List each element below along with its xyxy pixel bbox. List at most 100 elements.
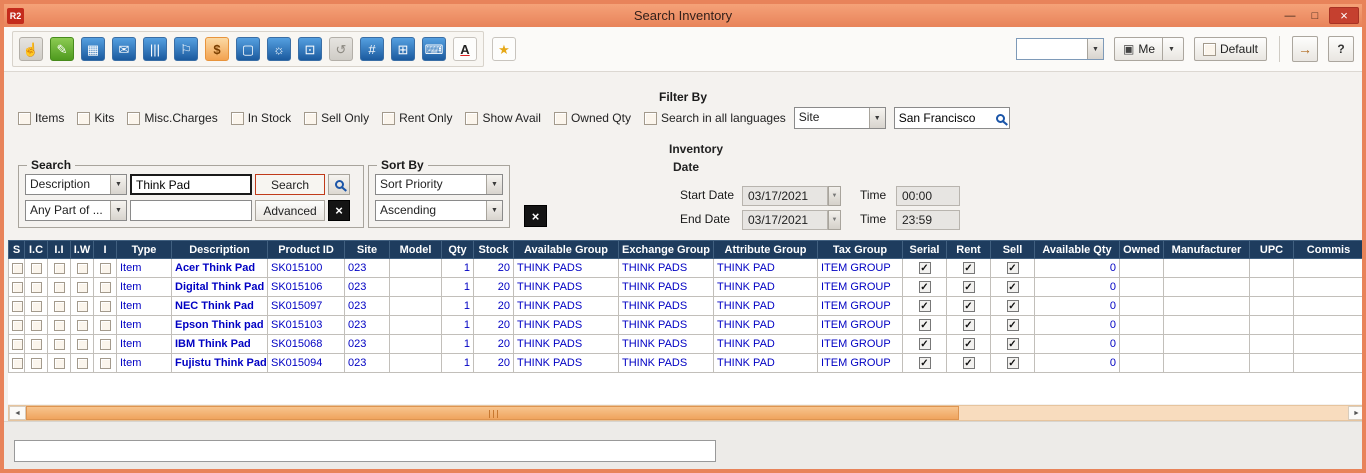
clear-sort-button[interactable]: × (524, 205, 547, 227)
column-header-model[interactable]: Model (390, 241, 442, 259)
maximize-button[interactable]: □ (1304, 7, 1326, 24)
row-checkbox-s[interactable] (12, 320, 23, 331)
shopping-bag-icon[interactable]: $ (203, 35, 231, 63)
row-checkbox-ic[interactable] (31, 263, 42, 274)
barcode-icon[interactable]: ||| (141, 35, 169, 63)
row-checkbox-iw[interactable] (77, 339, 88, 350)
filter-option-items[interactable]: Items (18, 111, 64, 125)
chevron-down-icon[interactable] (486, 201, 502, 220)
row-checkbox-i[interactable] (100, 263, 111, 274)
end-date-dropdown-icon[interactable] (828, 210, 841, 230)
column-header-commission[interactable]: Commis (1294, 241, 1364, 259)
serial-check-icon[interactable]: ✓ (919, 300, 931, 312)
table-row[interactable]: ItemIBM Think PadSK015068023120THINK PAD… (9, 335, 1364, 354)
table-row[interactable]: ItemDigital Think PadSK015106023120THINK… (9, 278, 1364, 297)
row-checkbox-ii[interactable] (54, 301, 65, 312)
checkbox-icon[interactable] (465, 112, 478, 125)
rent-check-icon[interactable]: ✓ (963, 262, 975, 274)
default-toggle-button[interactable]: Default (1194, 37, 1267, 61)
serial-check-icon[interactable]: ✓ (919, 262, 931, 274)
column-header-manufacturer[interactable]: Manufacturer (1164, 241, 1250, 259)
row-checkbox-i[interactable] (100, 320, 111, 331)
end-date-field[interactable]: 03/17/2021 (742, 210, 828, 230)
checkbox-icon[interactable] (127, 112, 140, 125)
tags-icon[interactable]: ⚐ (172, 35, 200, 63)
checkbox-icon[interactable] (644, 112, 657, 125)
checkbox-icon[interactable] (554, 112, 567, 125)
end-time-field[interactable]: 23:59 (896, 210, 960, 230)
column-header-qty[interactable]: Qty (442, 241, 474, 259)
advanced-button[interactable]: Advanced (255, 200, 325, 221)
search-lens-button[interactable] (328, 174, 350, 195)
product-grid-icon[interactable]: ▦ (79, 35, 107, 63)
filter-option-owned-qty[interactable]: Owned Qty (554, 111, 631, 125)
column-header-site[interactable]: Site (345, 241, 390, 259)
row-checkbox-s[interactable] (12, 358, 23, 369)
sell-check-icon[interactable]: ✓ (1007, 319, 1019, 331)
filter-option-sell-only[interactable]: Sell Only (304, 111, 369, 125)
sell-check-icon[interactable]: ✓ (1007, 281, 1019, 293)
start-date-dropdown-icon[interactable] (828, 186, 841, 206)
chevron-down-icon[interactable] (110, 175, 126, 194)
row-checkbox-s[interactable] (12, 301, 23, 312)
column-header-available_qty[interactable]: Available Qty (1035, 241, 1120, 259)
start-date-field[interactable]: 03/17/2021 (742, 186, 828, 206)
clear-search-button[interactable]: × (328, 200, 350, 221)
close-button[interactable]: × (1329, 7, 1359, 24)
row-checkbox-ic[interactable] (31, 320, 42, 331)
column-header-ic[interactable]: I.C (25, 241, 48, 259)
filter-option-misc-charges[interactable]: Misc.Charges (127, 111, 217, 125)
column-header-product_id[interactable]: Product ID (268, 241, 345, 259)
column-header-iw[interactable]: I.W (71, 241, 94, 259)
rent-check-icon[interactable]: ✓ (963, 300, 975, 312)
refresh-icon[interactable]: ↺ (327, 35, 355, 63)
chevron-down-icon[interactable] (486, 175, 502, 194)
row-checkbox-iw[interactable] (77, 282, 88, 293)
column-header-description[interactable]: Description (172, 241, 268, 259)
column-header-sell[interactable]: Sell (991, 241, 1035, 259)
row-checkbox-i[interactable] (100, 282, 111, 293)
scrollbar-thumb[interactable] (26, 406, 959, 420)
row-checkbox-s[interactable] (12, 263, 23, 274)
checkbox-icon[interactable] (382, 112, 395, 125)
column-header-attribute_group[interactable]: Attribute Group (714, 241, 818, 259)
secondary-query-input[interactable] (130, 200, 252, 221)
chevron-down-icon[interactable] (1087, 39, 1103, 59)
column-header-serial[interactable]: Serial (903, 241, 947, 259)
font-style-icon[interactable]: A (451, 35, 479, 63)
filter-option-kits[interactable]: Kits (77, 111, 114, 125)
chevron-down-icon[interactable] (869, 108, 885, 128)
any-part-combo[interactable]: Any Part of ... (25, 200, 127, 221)
site-value-field[interactable] (894, 107, 1010, 129)
row-checkbox-iw[interactable] (77, 301, 88, 312)
hash-icon[interactable]: # (358, 35, 386, 63)
table-row[interactable]: ItemFujistu Think PadSK015094023120THINK… (9, 354, 1364, 373)
scroll-right-button[interactable]: ► (1348, 406, 1365, 420)
row-checkbox-i[interactable] (100, 339, 111, 350)
filter-option-in-stock[interactable]: In Stock (231, 111, 291, 125)
row-checkbox-iw[interactable] (77, 320, 88, 331)
serial-check-icon[interactable]: ✓ (919, 319, 931, 331)
row-checkbox-ic[interactable] (31, 301, 42, 312)
chevron-down-icon[interactable] (110, 201, 126, 220)
row-checkbox-ii[interactable] (54, 282, 65, 293)
row-checkbox-s[interactable] (12, 339, 23, 350)
exit-button[interactable]: → (1292, 36, 1318, 62)
table-row[interactable]: ItemEpson Think padSK015103023120THINK P… (9, 316, 1364, 335)
search-query-input[interactable] (130, 174, 252, 195)
checkbox-icon[interactable] (231, 112, 244, 125)
serial-check-icon[interactable]: ✓ (919, 281, 931, 293)
row-checkbox-ic[interactable] (31, 339, 42, 350)
site-combo[interactable]: Site (794, 107, 886, 129)
column-header-exchange_group[interactable]: Exchange Group (619, 241, 714, 259)
minimize-button[interactable]: — (1279, 7, 1301, 24)
row-checkbox-ii[interactable] (54, 320, 65, 331)
filter-option-show-avail[interactable]: Show Avail (465, 111, 540, 125)
column-header-owned[interactable]: Owned (1120, 241, 1164, 259)
checkbox-icon[interactable] (77, 112, 90, 125)
serial-check-icon[interactable]: ✓ (919, 338, 931, 350)
filter-option-rent-only[interactable]: Rent Only (382, 111, 452, 125)
idea-bulb-icon[interactable]: ☼ (265, 35, 293, 63)
me-button[interactable]: ▣ Me (1114, 37, 1184, 61)
row-checkbox-i[interactable] (100, 358, 111, 369)
